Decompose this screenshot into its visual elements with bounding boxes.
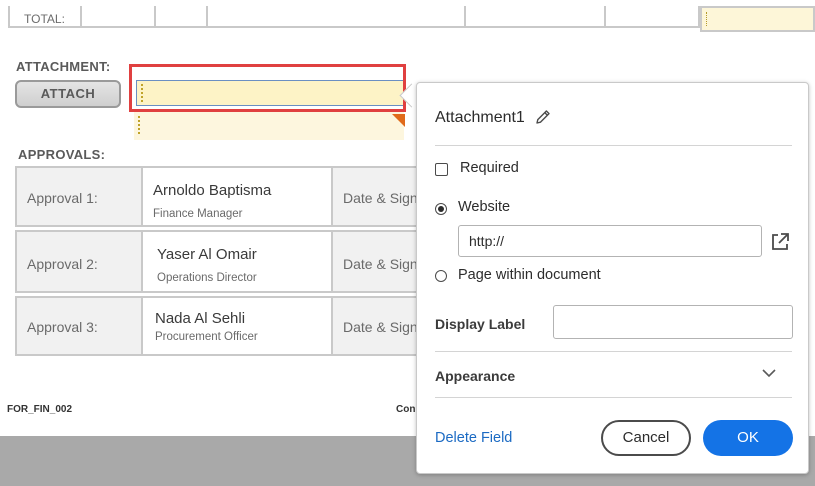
field-name: Attachment1 (435, 109, 525, 126)
approver-cell: Nada Al Sehli Procurement Officer (141, 296, 333, 356)
date-sign-label: Date & Sign (343, 190, 418, 206)
page-within-radio[interactable] (435, 270, 447, 282)
approver-name: Nada Al Sehli (155, 310, 246, 327)
resize-handle-icon[interactable] (392, 114, 405, 127)
approval-label: Approval 1: (27, 190, 98, 206)
display-label-label: Display Label (435, 316, 526, 332)
approval-label-cell: Approval 1: (15, 166, 143, 227)
delete-field-link[interactable]: Delete Field (435, 430, 512, 446)
ok-button[interactable]: OK (703, 420, 793, 456)
website-label: Website (458, 199, 511, 215)
table-row: Approval 2: Yaser Al Omair Operations Di… (15, 230, 435, 293)
date-sign-label: Date & Sign (343, 319, 418, 335)
approver-role: Operations Director (157, 272, 257, 284)
footer-text: Con (396, 404, 416, 415)
attachment-field-extension (134, 112, 404, 140)
approver-role: Finance Manager (153, 208, 243, 220)
date-sign-label: Date & Sign (343, 256, 418, 272)
total-cell (604, 6, 700, 28)
divider (435, 351, 792, 352)
approver-name: Yaser Al Omair (157, 246, 257, 263)
total-label: TOTAL: (24, 12, 65, 26)
attachment-heading: ATTACHMENT: (16, 59, 111, 74)
field-properties-popover: Attachment1 Required Website Page within… (416, 82, 809, 474)
approval-label: Approval 2: (27, 256, 98, 272)
total-label-cell: TOTAL: (8, 6, 82, 28)
total-cell (206, 6, 466, 28)
open-link-icon[interactable] (769, 231, 791, 253)
pencil-icon[interactable] (533, 107, 553, 127)
table-row: Approval 1: Arnoldo Baptisma Finance Man… (15, 166, 435, 227)
url-input[interactable] (458, 225, 762, 257)
total-cell (80, 6, 156, 28)
approval-label-cell: Approval 2: (15, 230, 143, 293)
divider (435, 397, 792, 398)
divider (435, 145, 792, 146)
required-checkbox[interactable] (435, 163, 448, 176)
selected-field-highlight (129, 64, 406, 112)
table-row: Approval 3: Nada Al Sehli Procurement Of… (15, 296, 435, 356)
total-cell (464, 6, 606, 28)
website-radio[interactable] (435, 203, 447, 215)
approvals-heading: APPROVALS: (18, 147, 106, 162)
approval-label-cell: Approval 3: (15, 296, 143, 356)
page-within-label: Page within document (458, 267, 601, 283)
chevron-down-icon[interactable] (761, 365, 777, 381)
display-label-input[interactable] (553, 305, 793, 339)
appearance-label[interactable]: Appearance (435, 368, 515, 384)
cancel-button[interactable]: Cancel (601, 420, 691, 456)
total-amount-field[interactable] (700, 6, 815, 32)
attach-button[interactable]: ATTACH (15, 80, 121, 108)
form-code: FOR_FIN_002 (7, 404, 73, 415)
approver-cell: Yaser Al Omair Operations Director (141, 230, 333, 293)
approver-cell: Arnoldo Baptisma Finance Manager (141, 166, 333, 227)
total-cell (154, 6, 208, 28)
approval-label: Approval 3: (27, 319, 98, 335)
required-label: Required (460, 160, 519, 176)
approver-role: Procurement Officer (155, 331, 258, 343)
approver-name: Arnoldo Baptisma (153, 182, 272, 199)
